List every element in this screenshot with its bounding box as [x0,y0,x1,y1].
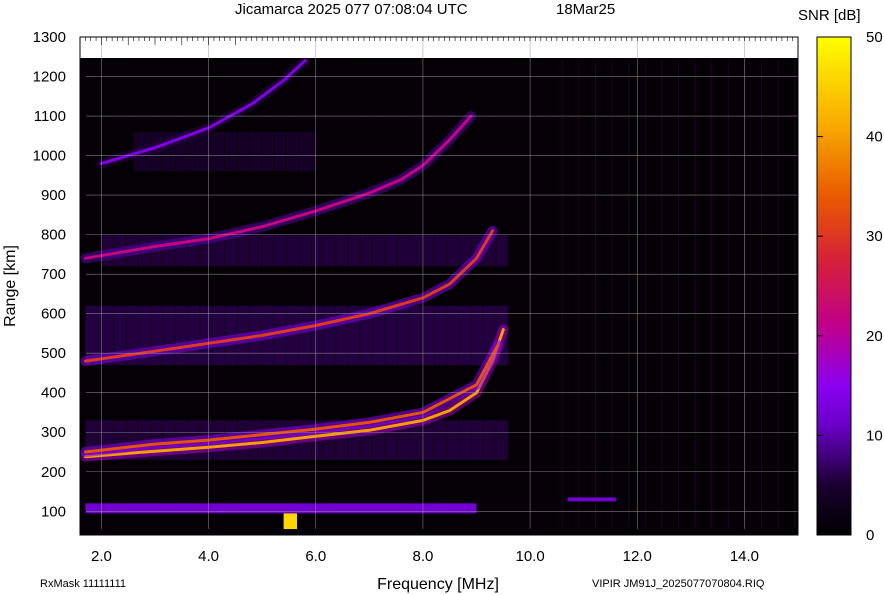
y-tick-label: 1300 [33,29,66,46]
chart-title: Jicamarca 2025 077 07:08:04 UTC [235,1,468,18]
colorbar-tick-label: 50 [866,29,883,46]
colorbar-tick-label: 20 [866,328,883,345]
y-tick-label: 700 [41,266,66,283]
y-tick-label: 1200 [33,69,66,86]
colorbar-label: SNR [dB] [798,7,861,24]
x-tick-label: 6.0 [305,548,326,565]
y-tick-label: 1100 [34,108,66,125]
rx-mask-label: RxMask 11111111 [40,578,126,590]
x-tick-label: 12.0 [623,548,652,565]
x-tick-label: 14.0 [730,548,759,565]
x-tick-label: 8.0 [412,548,433,565]
colorbar-tick-label: 30 [866,228,883,245]
y-axis-label: Range [km] [2,245,19,327]
ionogram-figure: Jicamarca 2025 077 07:08:04 UTC 18Mar25 … [2,1,883,593]
y-tick-label: 200 [41,464,66,481]
chart-date: 18Mar25 [556,1,615,18]
x-axis-label: Frequency [MHz] [377,576,499,593]
echo-patch [567,497,616,502]
y-tick-label: 800 [41,227,66,244]
x-tick-label: 4.0 [198,548,219,565]
y-tick-label: 100 [41,503,66,520]
echo-patch [85,503,477,514]
y-axis: 100 200 300 400 500 600 700 800 900 1000 1100 1200 1… [33,29,86,520]
colorbar-tick-label: 0 [866,527,874,544]
colorbar [816,36,852,536]
y-tick-label: 400 [41,385,66,402]
file-name-label: VIPIR JM91J_2025077070804.RIQ [592,578,765,590]
echo-patch [283,513,298,530]
y-tick-label: 1000 [33,148,66,165]
colorbar-tick-label: 40 [866,129,883,146]
x-tick-label: 2.0 [91,548,112,565]
x-tick-label: 10.0 [515,548,544,565]
y-tick-label: 900 [41,187,66,204]
y-tick-label: 300 [41,424,66,441]
y-tick-label: 500 [41,345,66,362]
y-tick-label: 600 [41,306,66,323]
colorbar-tick-label: 10 [866,427,883,444]
